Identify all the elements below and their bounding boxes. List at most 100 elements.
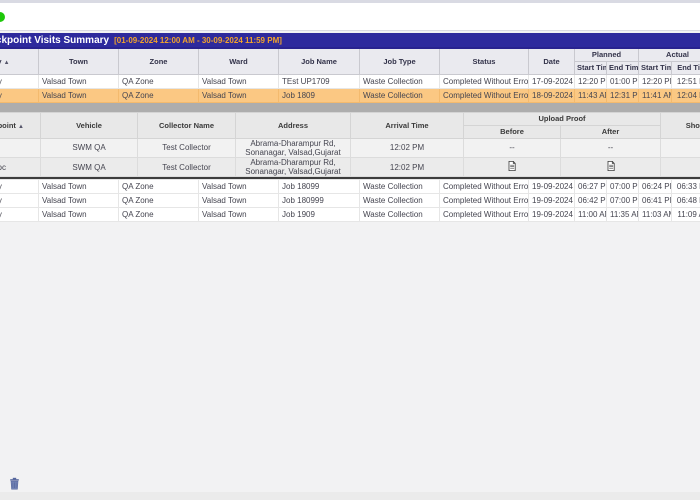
- cell-job-type: Waste Collection: [360, 208, 440, 222]
- cell-status: Completed Without Error: [440, 194, 529, 208]
- browser-topbar: [0, 3, 700, 31]
- cell-address: Abrama-Dharampur Rd, Sonanagar, Valsad,G…: [236, 157, 351, 176]
- cell-actual-end: 12:51 PM: [672, 74, 700, 88]
- cell-show-on-map: [661, 138, 700, 157]
- cell-collector: Test Collector: [138, 157, 236, 176]
- table-row[interactable]: Valsad City Valsad Town QA Zone Valsad T…: [0, 194, 700, 208]
- cell-actual-end: 06:33 PM: [672, 180, 700, 194]
- group-header-actual: Actual: [639, 48, 700, 61]
- col-header-date[interactable]: Date: [529, 48, 575, 74]
- col-header-planned-start[interactable]: Start Time: [575, 61, 607, 74]
- cell-town: Valsad Town: [39, 194, 119, 208]
- cell-town: Valsad Town: [39, 180, 119, 194]
- col-header-proof-before[interactable]: Before: [464, 125, 561, 138]
- app-window: Checkpoint Visits Summary [01-09-2024 12…: [0, 0, 700, 500]
- cell-planned-start: 06:42 PM: [575, 194, 607, 208]
- bottom-strip: [0, 492, 700, 500]
- cell-zone: QA Zone: [119, 208, 199, 222]
- cell-planned-end: 11:35 AM: [607, 208, 639, 222]
- cell-planned-start: 11:00 AM: [575, 208, 607, 222]
- cell-city: Valsad City: [0, 74, 39, 88]
- cell-ward: Valsad Town: [199, 74, 279, 88]
- cell-job-name: Job 1809: [279, 88, 360, 102]
- trash-icon[interactable]: [9, 477, 21, 490]
- cell-city: Valsad City: [0, 180, 39, 194]
- cell-town: Valsad Town: [39, 88, 119, 102]
- col-header-collector-name[interactable]: Collector Name: [138, 112, 236, 138]
- cell-city: Valsad City: [0, 88, 39, 102]
- col-header-ward[interactable]: Ward: [199, 48, 279, 74]
- col-header-actual-start[interactable]: Start Time: [639, 61, 672, 74]
- cell-planned-start: 11:43 AM: [575, 88, 607, 102]
- col-header-checkpoint[interactable]: Checkpoint▲: [0, 112, 41, 138]
- sort-asc-icon: ▲: [18, 124, 24, 130]
- col-header-checkpoint-label: Checkpoint: [0, 121, 16, 130]
- table-row[interactable]: Valsad City Valsad Town QA Zone Valsad T…: [0, 180, 700, 194]
- cell-job-name: Job 180999: [279, 194, 360, 208]
- table-row[interactable]: Valsad City Valsad Town QA Zone Valsad T…: [0, 208, 700, 222]
- cell-town: Valsad Town: [39, 208, 119, 222]
- cell-date: 19-09-2024: [529, 194, 575, 208]
- cell-proof-before[interactable]: [464, 157, 561, 176]
- col-header-status[interactable]: Status: [440, 48, 529, 74]
- cell-actual-end: 11:09 AM: [672, 208, 700, 222]
- cell-date: 18-09-2024: [529, 88, 575, 102]
- cell-arrival-time: 12:02 PM: [351, 138, 464, 157]
- cell-proof-before: --: [464, 138, 561, 157]
- cell-planned-end: 07:00 PM: [607, 180, 639, 194]
- group-header-planned: Planned: [575, 48, 639, 61]
- col-header-town[interactable]: Town: [39, 48, 119, 74]
- cell-address: Abrama-Dharampur Rd, Sonanagar, Valsad,G…: [236, 138, 351, 157]
- cell-ward: Valsad Town: [199, 194, 279, 208]
- cell-status: Completed Without Error: [440, 208, 529, 222]
- cell-planned-start: 12:20 PM: [575, 74, 607, 88]
- cell-collector: Test Collector: [138, 138, 236, 157]
- cell-status: Completed Without Error: [440, 88, 529, 102]
- cell-city: Valsad City: [0, 194, 39, 208]
- detail-row[interactable]: SWM QA Test Collector Abrama-Dharampur R…: [0, 138, 700, 157]
- cell-actual-start: 11:03 AM: [639, 208, 672, 222]
- cell-actual-start: 11:41 AM: [639, 88, 672, 102]
- col-header-job-type[interactable]: Job Type: [360, 48, 440, 74]
- cell-status: Completed Without Error: [440, 74, 529, 88]
- cell-zone: QA Zone: [119, 88, 199, 102]
- col-header-arrival-time[interactable]: Arrival Time: [351, 112, 464, 138]
- cell-job-name: Job 1909: [279, 208, 360, 222]
- document-icon[interactable]: [508, 161, 516, 173]
- cell-job-type: Waste Collection: [360, 88, 440, 102]
- detail-row[interactable]: Loc SWM QA Test Collector Abrama-Dharamp…: [0, 157, 700, 176]
- cell-checkpoint: Loc: [0, 157, 41, 176]
- cell-arrival-time: 12:02 PM: [351, 157, 464, 176]
- page-title: Checkpoint Visits Summary: [0, 35, 109, 46]
- col-header-vehicle[interactable]: Vehicle: [41, 112, 138, 138]
- cell-vehicle: SWM QA: [41, 138, 138, 157]
- cell-zone: QA Zone: [119, 74, 199, 88]
- cell-date: 19-09-2024: [529, 208, 575, 222]
- col-header-actual-end[interactable]: End Time: [672, 61, 700, 74]
- cell-zone: QA Zone: [119, 194, 199, 208]
- cell-status: Completed Without Error: [440, 180, 529, 194]
- detail-separator-bar: [0, 103, 700, 112]
- cell-checkpoint: [0, 138, 41, 157]
- col-header-job-name[interactable]: Job Name: [279, 48, 360, 74]
- cell-actual-end: 12:04 PM: [672, 88, 700, 102]
- col-header-show-on-map[interactable]: Show On Map: [661, 112, 700, 138]
- col-header-zone[interactable]: Zone: [119, 48, 199, 74]
- table-row-selected[interactable]: Valsad City Valsad Town QA Zone Valsad T…: [0, 88, 700, 102]
- table-row[interactable]: Valsad City Valsad Town QA Zone Valsad T…: [0, 74, 700, 88]
- col-header-city[interactable]: City▲: [0, 48, 39, 74]
- date-range-label: [01-09-2024 12:00 AM - 30-09-2024 11:59 …: [114, 36, 282, 45]
- cell-proof-after[interactable]: [561, 157, 661, 176]
- cell-planned-start: 06:27 PM: [575, 180, 607, 194]
- col-header-planned-end[interactable]: End Time: [607, 61, 639, 74]
- document-icon[interactable]: [607, 161, 615, 173]
- cell-vehicle: SWM QA: [41, 157, 138, 176]
- cell-ward: Valsad Town: [199, 88, 279, 102]
- cell-actual-start: 06:41 PM: [639, 194, 672, 208]
- col-header-proof-after[interactable]: After: [561, 125, 661, 138]
- col-header-address[interactable]: Address: [236, 112, 351, 138]
- cell-date: 19-09-2024: [529, 180, 575, 194]
- cell-job-name: Job 18099: [279, 180, 360, 194]
- cell-zone: QA Zone: [119, 180, 199, 194]
- cell-planned-end: 12:31 PM: [607, 88, 639, 102]
